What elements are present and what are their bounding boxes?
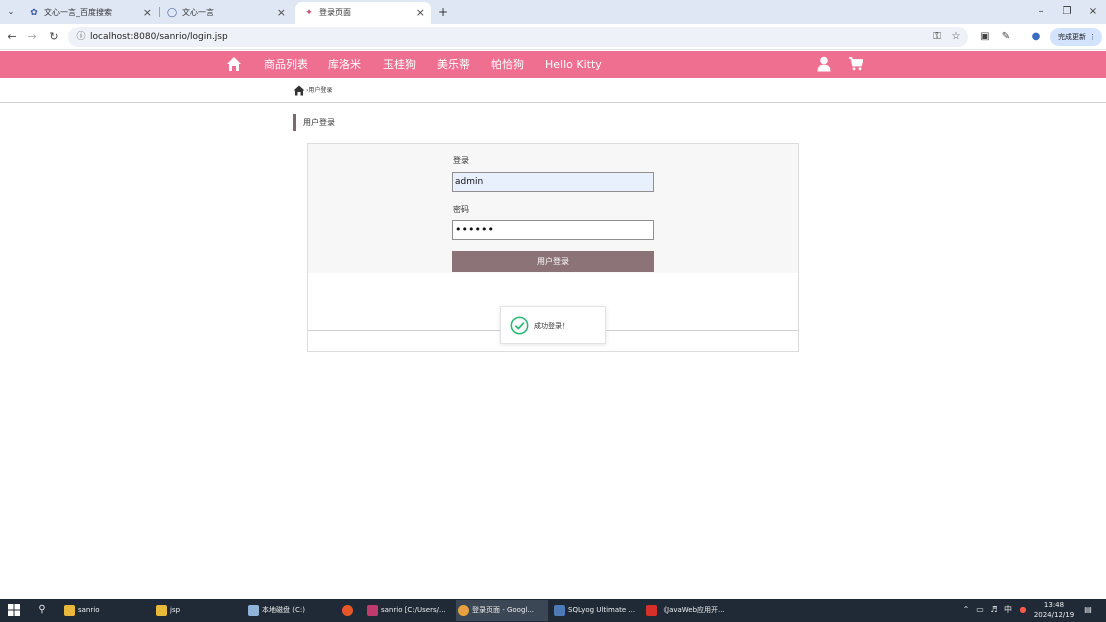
windows-taskbar: ⚲ sanrio jsp 本地磁盘 (C:) sanrio [C:/Users/… — [0, 599, 1106, 622]
tab-wenxin[interactable]: ◯ 文心一言 × — [158, 2, 292, 24]
site-info-icon[interactable]: ⓘ — [74, 30, 88, 44]
close-icon[interactable]: × — [277, 2, 286, 24]
forward-arrow-icon[interactable]: → — [24, 29, 40, 45]
nav-hello-kitty[interactable]: Hello Kitty — [545, 51, 602, 78]
new-tab-button[interactable]: + — [436, 3, 450, 21]
taskbar-item-label: sanrio — [78, 606, 100, 614]
browser-toolbar: ← → ↻ ⓘ localhost:8080/sanrio/login.jsp … — [0, 24, 1106, 50]
taskbar-item-label: 登录页面 - Googl... — [472, 606, 535, 614]
tray-chevron-up-icon[interactable]: ⌃ — [960, 604, 972, 616]
username-label: 登录 — [453, 156, 469, 165]
firefox-icon — [342, 605, 353, 616]
breadcrumb: ›用户登录 — [0, 78, 1106, 103]
home-icon[interactable] — [226, 56, 242, 72]
user-icon[interactable] — [817, 56, 831, 72]
kebab-menu-icon[interactable]: ⋮ — [1089, 28, 1096, 46]
folder-icon — [64, 605, 75, 616]
extensions-puzzle-icon[interactable]: ✎ — [998, 29, 1014, 45]
reload-icon[interactable]: ↻ — [46, 29, 62, 45]
taskbar-item-label: jsp — [170, 606, 181, 614]
tab-baidu-search[interactable]: ✿ 文心一言_百度搜索 × — [20, 2, 158, 24]
tab-title: 文心一言_百度搜索 — [44, 8, 112, 17]
login-button[interactable]: 用户登录 — [452, 251, 654, 272]
update-label: 完成更新 — [1058, 33, 1086, 41]
nav-my-melody[interactable]: 美乐蒂 — [437, 51, 470, 78]
bookmark-star-icon[interactable]: ☆ — [949, 30, 963, 44]
username-input[interactable]: admin — [452, 172, 654, 192]
extension-icon[interactable]: ▣ — [977, 29, 993, 45]
taskbar-item-label: 本地磁盘 (C:) — [262, 606, 305, 614]
taskbar-item-local-disk[interactable]: 本地磁盘 (C:) — [246, 600, 332, 621]
intellij-icon — [367, 605, 378, 616]
success-toast: 成功登录！ — [500, 306, 606, 344]
wps-icon — [646, 605, 657, 616]
tab-title: 文心一言 — [182, 8, 214, 17]
network-icon[interactable]: ▭ — [974, 604, 986, 616]
windows-start-icon[interactable] — [8, 604, 20, 616]
tab-title: 登录页面 — [319, 8, 351, 17]
toast-message: 成功登录！ — [534, 322, 569, 330]
taskbar-item-wps[interactable]: 《JavaWeb应用开... — [644, 600, 736, 621]
taskbar-item-intellij[interactable]: sanrio [C:/Users/... — [365, 600, 451, 621]
minimize-button[interactable]: – — [1030, 3, 1052, 21]
drive-icon — [248, 605, 259, 616]
sqlyog-icon — [554, 605, 565, 616]
taskbar-item-label: SQLyog Ultimate ... — [568, 606, 636, 614]
antivirus-tray-icon[interactable]: ● — [1017, 604, 1029, 616]
password-input[interactable]: •••••• — [452, 220, 654, 240]
restore-button[interactable]: ❐ — [1056, 3, 1078, 21]
clock-time: 13:48 — [1043, 601, 1065, 609]
nav-cinnamoroll[interactable]: 玉桂狗 — [383, 51, 416, 78]
page-title: 用户登录 — [293, 114, 335, 131]
tab-search-chevron-icon[interactable]: ⌄ — [4, 5, 18, 19]
taskbar-item-chrome[interactable]: 登录页面 - Googl... — [456, 600, 548, 621]
page-icon: ✦ — [305, 8, 313, 18]
success-check-icon — [510, 316, 529, 335]
wenxin-icon: ◯ — [166, 8, 178, 18]
baidu-paw-icon: ✿ — [30, 8, 38, 18]
taskbar-item-jsp-folder[interactable]: jsp — [154, 600, 242, 621]
volume-icon[interactable]: ♬ — [988, 604, 1000, 616]
close-icon[interactable]: × — [143, 2, 152, 24]
taskbar-clock[interactable]: 13:48 2024/12/19 — [1030, 600, 1078, 620]
breadcrumb-home-icon[interactable] — [293, 85, 305, 96]
ime-indicator[interactable]: 中 — [1002, 604, 1014, 616]
back-arrow-icon[interactable]: ← — [4, 29, 20, 45]
taskbar-item-sqlyog[interactable]: SQLyog Ultimate ... — [552, 600, 640, 621]
tab-login-page[interactable]: ✦ 登录页面 × — [295, 2, 431, 24]
taskbar-item-label: 《JavaWeb应用开... — [660, 606, 725, 614]
address-bar[interactable]: ⓘ localhost:8080/sanrio/login.jsp ⚿ ☆ — [68, 27, 968, 47]
close-icon[interactable]: × — [416, 2, 425, 24]
site-navbar: 商品列表 库洛米 玉桂狗 美乐蒂 帕恰狗 Hello Kitty — [0, 51, 1106, 78]
folder-icon — [156, 605, 167, 616]
close-window-button[interactable]: × — [1082, 3, 1104, 21]
shopping-cart-icon[interactable] — [849, 57, 863, 71]
taskbar-item-sanrio-folder[interactable]: sanrio — [62, 600, 150, 621]
profile-avatar-icon[interactable]: ● — [1028, 29, 1044, 45]
breadcrumb-current: ›用户登录 — [306, 87, 333, 94]
chrome-icon — [458, 605, 469, 616]
search-icon[interactable]: ⚲ — [35, 603, 49, 617]
nav-kuromi[interactable]: 库洛米 — [328, 51, 361, 78]
browser-tab-strip: ⌄ ✿ 文心一言_百度搜索 × ◯ 文心一言 × ✦ 登录页面 × + – ❐ … — [0, 0, 1106, 24]
password-key-icon[interactable]: ⚿ — [930, 30, 944, 44]
update-button[interactable]: 完成更新 ⋮ — [1050, 28, 1102, 46]
url-text: localhost:8080/sanrio/login.jsp — [90, 32, 228, 42]
taskbar-item-firefox[interactable] — [338, 600, 356, 621]
notification-icon[interactable]: ▤ — [1082, 604, 1094, 616]
taskbar-item-label: sanrio [C:/Users/... — [381, 606, 446, 614]
nav-pochacco[interactable]: 帕恰狗 — [491, 51, 524, 78]
password-label: 密码 — [453, 205, 469, 214]
clock-date: 2024/12/19 — [1033, 611, 1075, 619]
nav-product-list[interactable]: 商品列表 — [264, 51, 308, 78]
